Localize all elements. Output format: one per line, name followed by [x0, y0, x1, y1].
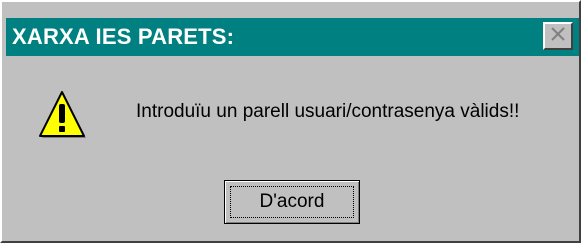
close-button[interactable] — [543, 22, 573, 50]
alert-message: Introduïu un parell usuari/contrasenya v… — [136, 101, 520, 122]
alert-dialog: XARXA IES PARETS: Introduïu un parell us… — [0, 0, 581, 243]
warning-icon — [38, 90, 88, 142]
ok-button[interactable]: D'acord — [224, 180, 360, 224]
title-bar: XARXA IES PARETS: — [6, 18, 579, 56]
focus-rectangle: D'acord — [230, 186, 354, 218]
ok-button-label: D'acord — [259, 191, 325, 212]
close-icon — [549, 26, 567, 47]
dialog-title: XARXA IES PARETS: — [12, 24, 235, 49]
